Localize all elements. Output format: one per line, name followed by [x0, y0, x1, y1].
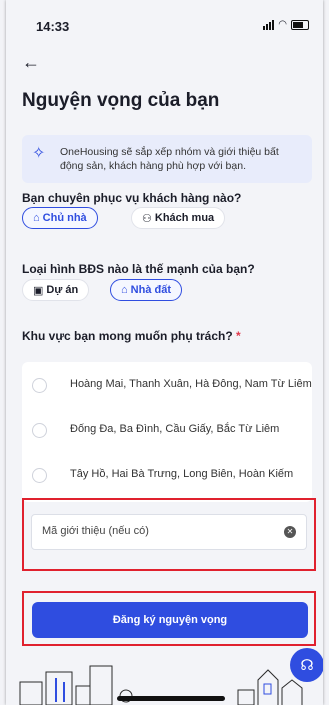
- radio-icon[interactable]: [32, 378, 47, 393]
- home-indicator: [117, 696, 225, 701]
- register-button[interactable]: Đăng ký nguyện vọng: [32, 602, 308, 638]
- area-question-label: Khu vực bạn mong muốn phụ trách? *: [22, 329, 241, 343]
- status-time: 14:33: [36, 19, 70, 34]
- info-banner: ✧ OneHousing sẽ sắp xếp nhóm và giới thi…: [22, 135, 312, 183]
- chip-du-an[interactable]: ▣ Dự án: [22, 279, 90, 301]
- wifi-icon: ◠: [278, 19, 287, 30]
- battery-icon: [291, 19, 309, 30]
- radio-icon[interactable]: [32, 423, 47, 438]
- system-icons: ◠: [263, 19, 309, 30]
- app-screen: 14:33 ◠ ← Nguyện vọng của bạn ✧ OneHousi…: [6, 0, 323, 705]
- required-mark: *: [236, 329, 241, 343]
- chip-label: Khách mua: [154, 212, 215, 224]
- property-question-label: Loại hình BĐS nào là thế mạnh của bạn?: [22, 262, 255, 276]
- chip-label: Nhà đất: [130, 284, 171, 296]
- chip-label: Dự án: [46, 284, 79, 296]
- area-question-text: Khu vực bạn mong muốn phụ trách?: [22, 329, 233, 343]
- page-title: Nguyện vọng của bạn: [22, 90, 220, 111]
- area-option[interactable]: Tây Hồ, Hai Bà Trưng, Long Biên, Hoàn Ki…: [22, 454, 312, 500]
- support-headset-button[interactable]: ☊: [290, 648, 323, 682]
- chip-chu-nha[interactable]: ⌂ Chủ nhà: [22, 207, 98, 229]
- back-arrow-icon[interactable]: ←: [22, 52, 40, 73]
- building-icon: ▣: [33, 284, 44, 297]
- customer-question-label: Bạn chuyên phục vụ khách hàng nào?: [22, 191, 242, 205]
- headset-icon: ☊: [300, 657, 314, 674]
- clear-icon[interactable]: ✕: [284, 526, 296, 538]
- chip-label: Chủ nhà: [42, 212, 87, 224]
- referral-code-input[interactable]: [40, 524, 284, 538]
- people-icon: ⚇: [142, 212, 152, 225]
- radio-icon[interactable]: [32, 468, 47, 483]
- signal-icon: [263, 19, 275, 30]
- area-option-label: Tây Hồ, Hai Bà Trưng, Long Biên, Hoàn Ki…: [70, 468, 294, 480]
- area-option[interactable]: Hoàng Mai, Thanh Xuân, Hà Đông, Nam Từ L…: [22, 364, 312, 410]
- area-option-label: Hoàng Mai, Thanh Xuân, Hà Đông, Nam Từ L…: [70, 378, 312, 390]
- house-icon: ⌂: [33, 212, 40, 224]
- area-option-label: Đống Đa, Ba Đình, Cầu Giấy, Bắc Từ Liêm: [70, 423, 280, 435]
- house-icon: ⌂: [121, 284, 128, 296]
- chip-khach-mua[interactable]: ⚇ Khách mua: [131, 207, 226, 229]
- status-bar: 14:33 ◠: [6, 0, 323, 44]
- referral-code-field[interactable]: ✕: [31, 514, 307, 550]
- banner-text: OneHousing sẽ sắp xếp nhóm và giới thiệu…: [60, 146, 279, 172]
- chip-nha-dat[interactable]: ⌂ Nhà đất: [110, 279, 182, 301]
- area-options: Hoàng Mai, Thanh Xuân, Hà Đông, Nam Từ L…: [22, 362, 312, 502]
- sparkle-icon: ✧: [32, 145, 46, 162]
- area-option[interactable]: Đống Đa, Ba Đình, Cầu Giấy, Bắc Từ Liêm: [22, 409, 312, 455]
